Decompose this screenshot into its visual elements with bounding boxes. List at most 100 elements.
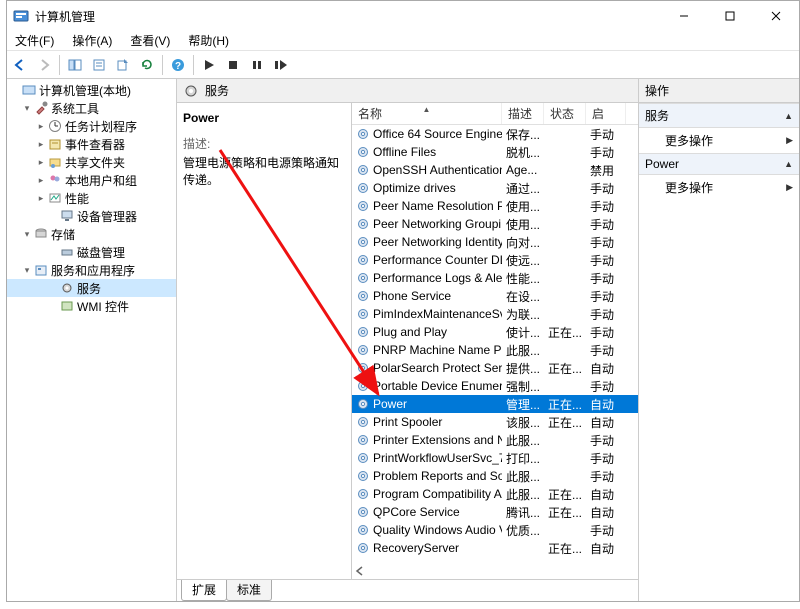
chevron-right-icon[interactable]: ▸	[35, 175, 47, 186]
refresh-button[interactable]	[136, 54, 158, 76]
start-service-button[interactable]	[198, 54, 220, 76]
tab-extended[interactable]: 扩展	[181, 580, 227, 601]
chevron-down-icon[interactable]: ▾	[21, 103, 33, 114]
service-row[interactable]: Power管理...正在...自动	[352, 395, 638, 413]
service-row[interactable]: Offline Files脱机...手动	[352, 143, 638, 161]
tree-root[interactable]: 计算机管理(本地)	[7, 81, 176, 99]
service-startup: 手动	[586, 324, 626, 341]
service-desc: 该服...	[502, 414, 544, 431]
service-row[interactable]: PNRP Machine Name Pu...此服...手动	[352, 341, 638, 359]
service-row[interactable]: Office 64 Source Engine保存...手动	[352, 125, 638, 143]
close-button[interactable]	[753, 1, 799, 31]
service-name: RecoveryServer	[373, 541, 459, 555]
pause-service-button[interactable]	[246, 54, 268, 76]
service-name: Peer Name Resolution Pr...	[373, 199, 502, 213]
service-row[interactable]: QPCore Service腾讯...正在...自动	[352, 503, 638, 521]
service-row[interactable]: PolarSearch Protect Servi...提供...正在...自动	[352, 359, 638, 377]
services-list[interactable]: Office 64 Source Engine保存...手动Offline Fi…	[352, 125, 638, 579]
restart-service-button[interactable]	[270, 54, 292, 76]
service-startup: 手动	[586, 378, 626, 395]
minimize-button[interactable]	[661, 1, 707, 31]
tree-task-scheduler[interactable]: ▸ 任务计划程序	[7, 117, 176, 135]
service-row[interactable]: Peer Networking Groupi...使用...手动	[352, 215, 638, 233]
chevron-right-icon[interactable]: ▸	[35, 193, 47, 204]
service-row[interactable]: Phone Service在设...手动	[352, 287, 638, 305]
help-button[interactable]: ?	[167, 54, 189, 76]
service-desc: 管理...	[502, 396, 544, 413]
service-row[interactable]: PrintWorkflowUserSvc_78...打印...手动	[352, 449, 638, 467]
gear-icon	[356, 415, 370, 429]
col-label: 描述	[508, 105, 532, 122]
tree-shared-folders[interactable]: ▸ 共享文件夹	[7, 153, 176, 171]
forward-button[interactable]	[33, 54, 55, 76]
service-name: Print Spooler	[373, 415, 442, 429]
col-status[interactable]: 状态	[544, 103, 586, 124]
gear-icon	[356, 217, 370, 231]
tree-storage[interactable]: ▾ 存储	[7, 225, 176, 243]
service-name: Portable Device Enumera...	[373, 379, 502, 393]
service-row[interactable]: Problem Reports and Sol...此服...手动	[352, 467, 638, 485]
tree-event-viewer[interactable]: ▸ 事件查看器	[7, 135, 176, 153]
service-startup: 手动	[586, 468, 626, 485]
tree-performance[interactable]: ▸ 性能	[7, 189, 176, 207]
col-name[interactable]: ▲名称	[352, 103, 502, 124]
col-startup-type[interactable]: 启	[586, 103, 626, 124]
menu-file[interactable]: 文件(F)	[11, 31, 58, 50]
service-row[interactable]: Plug and Play使计...正在...手动	[352, 323, 638, 341]
service-row[interactable]: Program Compatibility A...此服...正在...自动	[352, 485, 638, 503]
tree-wmi[interactable]: WMI 控件	[7, 297, 176, 315]
actions-body: 服务 ▲ 更多操作 ▶ Power ▲ 更多操作 ▶	[639, 103, 799, 601]
tree-services[interactable]: 服务	[7, 279, 176, 297]
show-hide-tree-button[interactable]	[64, 54, 86, 76]
tree-local-users[interactable]: ▸ 本地用户和组	[7, 171, 176, 189]
storage-icon	[33, 226, 49, 242]
chevron-right-icon[interactable]: ▸	[35, 121, 47, 132]
tree-disk-management[interactable]: 磁盘管理	[7, 243, 176, 261]
service-row[interactable]: Printer Extensions and N...此服...手动	[352, 431, 638, 449]
action-section-services[interactable]: 服务 ▲	[639, 103, 799, 128]
service-row[interactable]: Portable Device Enumera...强制...手动	[352, 377, 638, 395]
properties-button[interactable]	[88, 54, 110, 76]
menu-view[interactable]: 查看(V)	[126, 31, 174, 50]
chevron-down-icon[interactable]: ▾	[21, 265, 33, 276]
description-text: 管理电源策略和电源策略通知传递。	[183, 154, 345, 188]
service-desc: 性能...	[502, 270, 544, 287]
col-description[interactable]: 描述	[502, 103, 544, 124]
tree-label: 服务和应用程序	[51, 262, 135, 279]
chevron-right-icon: ▶	[786, 135, 793, 146]
tree-system-tools[interactable]: ▾ 系统工具	[7, 99, 176, 117]
chevron-down-icon[interactable]: ▾	[21, 229, 33, 240]
service-row[interactable]: Peer Networking Identity...向对...手动	[352, 233, 638, 251]
tab-standard[interactable]: 标准	[226, 580, 272, 601]
menu-action[interactable]: 操作(A)	[68, 31, 116, 50]
gear-icon	[356, 271, 370, 285]
service-status: 正在...	[544, 324, 586, 341]
export-button[interactable]	[112, 54, 134, 76]
service-row[interactable]: Optimize drives通过...手动	[352, 179, 638, 197]
service-row[interactable]: RecoveryServer正在...自动	[352, 539, 638, 557]
service-name: Peer Networking Groupi...	[373, 217, 502, 231]
service-row[interactable]: Peer Name Resolution Pr...使用...手动	[352, 197, 638, 215]
menu-help[interactable]: 帮助(H)	[184, 31, 233, 50]
service-row[interactable]: OpenSSH Authentication ...Age...禁用	[352, 161, 638, 179]
service-startup: 手动	[586, 522, 626, 539]
service-row[interactable]: Quality Windows Audio V...优质...手动	[352, 521, 638, 539]
action-more-power[interactable]: 更多操作 ▶	[639, 175, 799, 200]
back-button[interactable]	[9, 54, 31, 76]
scroll-left-icon[interactable]	[354, 565, 366, 577]
chevron-right-icon[interactable]: ▸	[35, 139, 47, 150]
chevron-right-icon[interactable]: ▸	[35, 157, 47, 168]
gear-icon	[356, 127, 370, 141]
tree-device-manager[interactable]: 设备管理器	[7, 207, 176, 225]
stop-service-button[interactable]	[222, 54, 244, 76]
service-row[interactable]: Print Spooler该服...正在...自动	[352, 413, 638, 431]
action-more-services[interactable]: 更多操作 ▶	[639, 128, 799, 153]
navigation-tree[interactable]: 计算机管理(本地) ▾ 系统工具 ▸ 任务计划程序 ▸ 事件查看器 ▸ 共享文件…	[7, 79, 177, 601]
action-section-power[interactable]: Power ▲	[639, 153, 799, 175]
service-row[interactable]: Performance Counter DL...使远...手动	[352, 251, 638, 269]
tree-services-apps[interactable]: ▾ 服务和应用程序	[7, 261, 176, 279]
service-row[interactable]: Performance Logs & Aler...性能...手动	[352, 269, 638, 287]
service-row[interactable]: PimIndexMaintenanceSvc...为联...手动	[352, 305, 638, 323]
tree-label: 设备管理器	[77, 208, 137, 225]
maximize-button[interactable]	[707, 1, 753, 31]
